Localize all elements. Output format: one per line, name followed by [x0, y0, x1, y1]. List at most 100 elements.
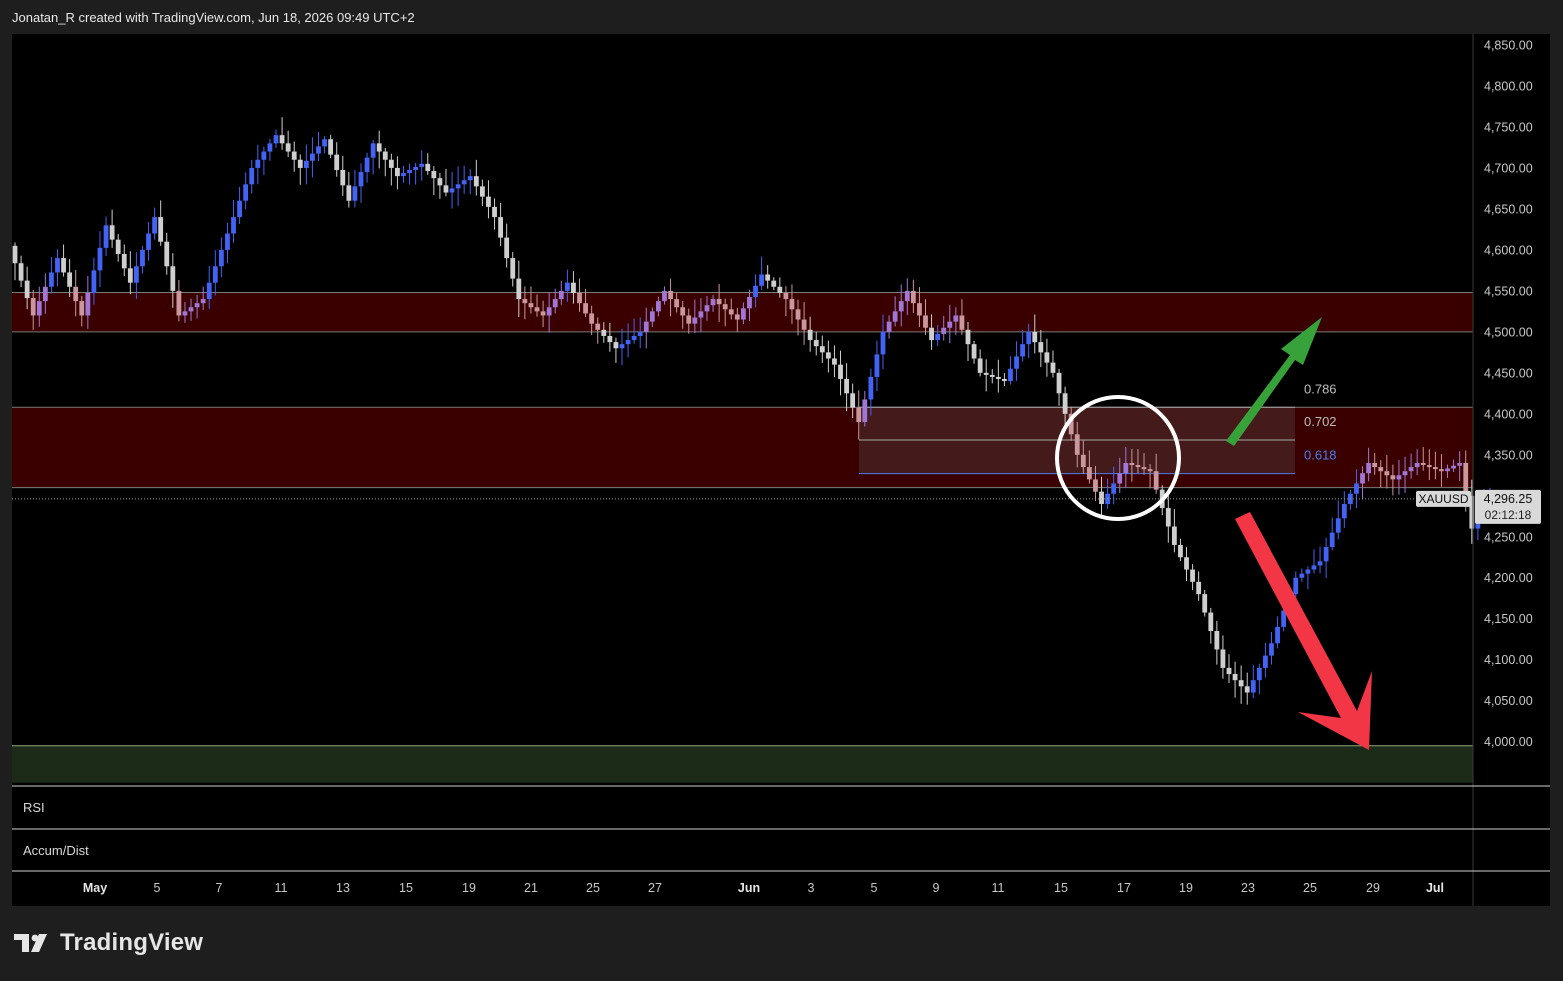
candle-body [1269, 643, 1274, 656]
candle-body [1256, 667, 1262, 681]
candle-body [395, 167, 400, 177]
candle-body [42, 286, 48, 302]
tradingview-logo: TradingView [14, 928, 203, 958]
candle-body [819, 346, 825, 353]
candle-body [291, 151, 297, 160]
candle-body [564, 282, 570, 291]
candle-body [79, 301, 85, 316]
candle-body [97, 247, 103, 271]
candle-body [1032, 331, 1038, 343]
time-tick-label: 23 [1241, 881, 1255, 895]
time-tick-label: 27 [648, 881, 662, 895]
candle-body [1020, 344, 1026, 357]
candle-body [212, 266, 218, 283]
candle-body [1366, 462, 1372, 474]
candle-body [1080, 454, 1086, 468]
price-chart[interactable]: 0.786 0.702 0.618 4,850.00 4,800.00 4,750.00… [12, 34, 1550, 906]
last-price-value: 4,296.25 [1484, 492, 1533, 506]
candle-body [413, 166, 419, 170]
candle-body [1439, 469, 1444, 472]
candle-body [310, 153, 315, 161]
candle-body [552, 299, 558, 308]
candle-body [668, 290, 673, 300]
candle-body [1335, 518, 1341, 533]
price-tick-label: 4,100.00 [1484, 653, 1533, 667]
chart-frame[interactable]: 0.786 0.702 0.618 4,850.00 4,800.00 4,750.00… [12, 34, 1550, 906]
bearish-arrow [1235, 512, 1372, 750]
candle-body [1178, 544, 1183, 558]
candle-body [1214, 631, 1220, 650]
candle-body [188, 307, 194, 312]
tradingview-logo-icon [14, 934, 47, 952]
price-tick-label: 4,200.00 [1484, 571, 1533, 585]
candle-body [1250, 680, 1256, 693]
time-tick-label: 11 [992, 881, 1005, 895]
candle-body [346, 185, 352, 201]
time-tick-label: 19 [462, 881, 476, 895]
candle-body [1426, 465, 1432, 468]
candle-body [1354, 483, 1359, 494]
candle-body [1129, 462, 1135, 466]
price-tick-label: 4,500.00 [1484, 325, 1533, 339]
candle-body [747, 297, 752, 309]
candle-body [1074, 434, 1080, 455]
candle-body [1457, 462, 1463, 466]
accum-dist-pane-label: Accum/Dist [23, 843, 89, 858]
candle-body [437, 178, 443, 186]
candle-body [200, 299, 206, 304]
candle-body [686, 315, 692, 324]
candle-body [850, 393, 856, 408]
candle-body [1384, 471, 1390, 476]
candle-body [1208, 612, 1214, 632]
tradingview-wordmark: TradingView [60, 929, 204, 956]
zone-support [12, 745, 1473, 783]
candle-body [595, 323, 601, 330]
candle-body [91, 270, 97, 293]
candle-body [1220, 649, 1226, 668]
candle-body [583, 303, 588, 314]
candle-body [12, 245, 18, 264]
candle-body [795, 309, 801, 320]
candle-body [601, 329, 607, 336]
candle-body [698, 311, 704, 318]
candle-body [1202, 594, 1208, 613]
candle-body [510, 258, 516, 279]
candle-body [917, 303, 922, 316]
candle-body [1305, 569, 1311, 574]
candle-body [734, 314, 740, 320]
time-tick-label: Jul [1426, 881, 1444, 895]
fib-label-0.702: 0.702 [1304, 414, 1337, 429]
candle-body [540, 311, 546, 316]
candle-body [546, 307, 552, 316]
candle-body [370, 143, 376, 158]
candle-body [1190, 569, 1195, 582]
candle-body [61, 258, 66, 273]
candle-body [1323, 547, 1329, 562]
candle-body [856, 407, 862, 423]
price-tick-label: 4,850.00 [1484, 39, 1533, 53]
candle-body [431, 171, 437, 179]
candle-body [1008, 368, 1013, 382]
candle-body [1238, 680, 1244, 687]
candle-body [85, 292, 91, 316]
candle-body [1117, 473, 1123, 484]
candle-body [1445, 468, 1450, 472]
candle-body [1226, 667, 1232, 675]
candle-body [225, 233, 230, 250]
candle-body [1086, 467, 1092, 480]
candle-body [1408, 467, 1414, 472]
candle-body [868, 376, 874, 400]
time-tick-label: 9 [933, 881, 940, 895]
candle-body [1396, 475, 1402, 480]
candle-body [989, 374, 995, 377]
candle-body [522, 299, 528, 304]
candle-body [1329, 532, 1335, 548]
time-tick-label: 21 [524, 881, 538, 895]
time-tick-label: 5 [154, 881, 161, 895]
candle-body [237, 200, 242, 218]
candle-body [158, 217, 164, 242]
time-tick-label: 19 [1179, 881, 1193, 895]
candle-body [1196, 581, 1202, 595]
candle-body [109, 225, 115, 240]
candle-body [534, 307, 540, 312]
